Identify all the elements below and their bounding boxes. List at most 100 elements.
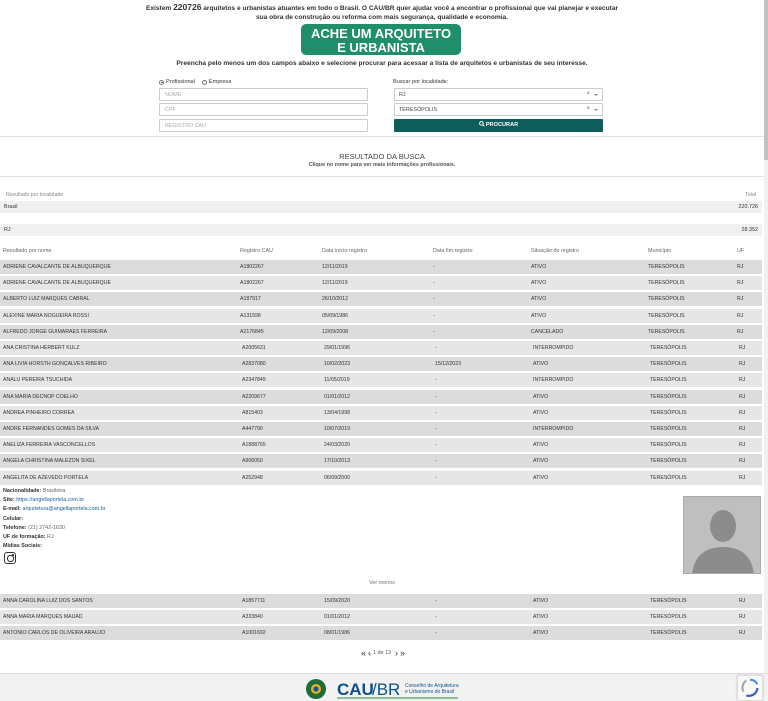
table-row[interactable]: ANTONIO CARLOS DE OLIVEIRA ARAUJO A100169… [0,626,762,641]
email-link[interactable]: arquitetura@angellaportela.com.br [22,506,105,512]
row-name[interactable]: ALBERTO LUIZ MARQUES CABRAL [3,296,90,302]
row-name[interactable]: ANGELITA DE AZEVEDO PORTELA [3,475,88,481]
row-name[interactable]: ANELIZA FERREIRA VASCONCELLOS [3,442,95,448]
table-row[interactable]: ADRIENE CAVALCANTE DE ALBUQUERQUE A180226… [0,260,762,274]
table-row[interactable]: ANALU PEREIRA TSUCHIDA A2347849 11/05/2019… [0,373,762,388]
intro-text: Existem 220726 arquitetos e urbanistas a… [0,3,764,22]
row-data-fim: - [435,377,437,384]
table-row[interactable]: ADRIENE CAVALCANTE DE ALBUQUERQUE A180226… [0,276,762,291]
row-name[interactable]: ANDRE FERNANDES GOMES DA SILVA [3,426,99,432]
location-total: 220.726 [738,204,759,210]
row-name[interactable]: ALEXINE MARIA NOGUEIRA ROSSI [3,313,89,319]
row-uf: RJ [737,296,744,303]
table-row[interactable]: ALBERTO LUIZ MARQUES CABRAL A187917 26/10/… [0,292,762,307]
row-name[interactable]: ADRIENE CAVALCANTE DE ALBUQUERQUE [3,280,111,286]
row-name[interactable]: ANNA CAROLINA LUIZ DOS SANTOS [3,598,93,604]
city-select[interactable]: TERESÓPOLIS × [394,103,603,116]
row-data-fim: - [435,442,437,449]
clear-city-icon[interactable]: × [586,106,590,112]
row-name[interactable]: ANA CRISTINA HERBERT KULZ [3,345,80,351]
radio-empresa[interactable]: Empresa [201,79,231,85]
location-row-rj[interactable]: RJ 28.352 [0,224,762,236]
col-header-fim[interactable]: Data fim registro [433,248,473,254]
row-name[interactable]: ANDREA PINHEIRO CORREA [3,410,75,416]
next-page-icon[interactable]: › [395,648,398,658]
page-scrollbar[interactable] [764,0,768,701]
clear-uf-icon[interactable]: × [586,91,590,97]
row-registro: A187917 [240,296,261,303]
row-municipio: TERESÓPOLIS [650,345,687,351]
location-row-brasil[interactable]: Brasil 220.726 [0,201,762,213]
site-link[interactable]: https://angellaportela.com.br [16,497,84,503]
row-name[interactable]: ANA MARIA DECNOP COELHO [3,394,78,400]
registro-cau-input[interactable]: REGISTRO CAU [159,119,368,132]
chevron-down-icon[interactable] [594,94,598,96]
table-row[interactable]: ANDRE FERNANDES GOMES DA SILVA A447790 10/… [0,422,762,436]
row-data-fim: - [435,458,437,465]
table-row[interactable]: ANGELA CHRISTINA MALEZON SIXEL A906050 17/… [0,454,762,469]
row-uf: RJ [739,361,746,368]
row-municipio: TERESÓPOLIS [648,280,685,287]
radio-dot[interactable] [201,79,207,85]
last-page-icon[interactable]: » [400,648,405,658]
cau-br-logo[interactable]: CAU /BR Conselho de Arquitetura e Urbani… [304,677,460,701]
row-data-inicio: 13/04/1998 [324,409,350,416]
table-row[interactable]: ANELIZA FERREIRA VASCONCELLOS A1888765 24/… [0,438,762,453]
table-row[interactable]: ALEXINE MARIA NOGUEIRA ROSSI A131598 05/09… [0,308,762,323]
table-row[interactable]: ANGELITA DE AZEVEDO PORTELA A252948 06/09/… [0,470,762,485]
col-header-registro[interactable]: Registro CAU [240,248,273,254]
row-situacao: ATIVO [533,630,549,637]
detail-telefone: Telefone: (21) 2742-1630 [3,525,65,531]
row-name[interactable]: ANALU PEREIRA TSUCHIDA [3,377,72,383]
location-name: RJ [4,227,11,233]
row-data-fim: 15/12/2023 [435,361,461,368]
see-less-link[interactable]: Ver menos [0,580,764,586]
row-name[interactable]: ANGELA CHRISTINA MALEZON SIXEL [3,458,96,464]
scrollbar-thumb[interactable] [764,0,768,160]
radio-dot-checked[interactable] [159,79,164,85]
col-header-municipio[interactable]: Município [648,248,671,254]
result-title: RESULTADO DA BUSCA [339,152,425,161]
row-situacao: INTERROMPIDO [533,377,574,384]
col-header-inicio[interactable]: Data início registro [322,248,367,254]
instagram-icon[interactable] [4,552,16,564]
table-row[interactable]: ALFREDO JORGE GUIMARAES FERREIRA A2176845… [0,324,762,339]
row-data-fim: - [433,296,435,303]
table-row[interactable]: ANA MARIA DECNOP COELHO A2209677 01/01/201… [0,389,762,404]
col-header-name[interactable]: Resultado por nome [3,248,52,254]
row-municipio: TERESÓPOLIS [650,361,687,368]
cpf-input[interactable]: CPF [159,103,368,116]
prev-page-icon[interactable]: ‹ [368,648,371,658]
row-data-inicio: 10/02/2023 [324,361,350,368]
uf-select[interactable]: RJ × [394,88,603,101]
col-header-uf[interactable]: UF [737,248,744,254]
professional-details: Nacionalidade: Brasileira Site: https://… [0,486,764,591]
row-data-inicio: 06/09/2000 [324,474,350,481]
row-municipio: TERESÓPOLIS [650,614,687,621]
search-button-label: PROCURAR [485,122,519,128]
table-row[interactable]: ANNA CAROLINA LUIZ DOS SANTOS A1857711 15/… [0,594,762,608]
row-name[interactable]: ANNA MARIA MARQUES MAUAD [3,614,83,620]
table-row[interactable]: ANNA MARIA MARQUES MAUAD A333840 01/01/201… [0,610,762,625]
table-row[interactable]: ANA CRISTINA HERBERT KULZ A2005631 29/01/1… [0,341,762,355]
nome-input[interactable]: NOME [159,88,368,101]
row-name[interactable]: ADRIENE CAVALCANTE DE ALBUQUERQUE [3,264,111,270]
search-button[interactable]: PROCURAR [394,119,603,132]
location-results: Resultado por localidade Total Brasil 22… [0,191,762,236]
row-data-fim: - [435,345,437,351]
recaptcha-badge[interactable] [737,675,763,701]
chevron-down-icon[interactable] [594,109,598,111]
row-data-inicio: 12/11/2019 [322,264,348,270]
row-uf: RJ [737,328,744,335]
row-name[interactable]: ANTONIO CARLOS DE OLIVEIRA ARAUJO [3,630,105,636]
table-row[interactable]: ANA LIVIA HORSTH GONÇALVES RIBEIRO A28370… [0,357,762,372]
table-row[interactable]: ANDREA PINHEIRO CORREA A815403 13/04/1998 -… [0,405,762,420]
col-header-situacao[interactable]: Situação do registro [531,248,579,254]
row-name[interactable]: ALFREDO JORGE GUIMARAES FERREIRA [3,329,107,335]
banner-line1: ACHE UM ARQUITETO [311,26,451,41]
row-name[interactable]: ANA LIVIA HORSTH GONÇALVES RIBEIRO [3,361,107,367]
radio-profissional[interactable]: Profissional [159,79,195,85]
first-page-icon[interactable]: « [361,648,366,658]
row-registro: A2209677 [242,393,266,400]
row-data-inicio: 05/09/1986 [322,312,348,319]
